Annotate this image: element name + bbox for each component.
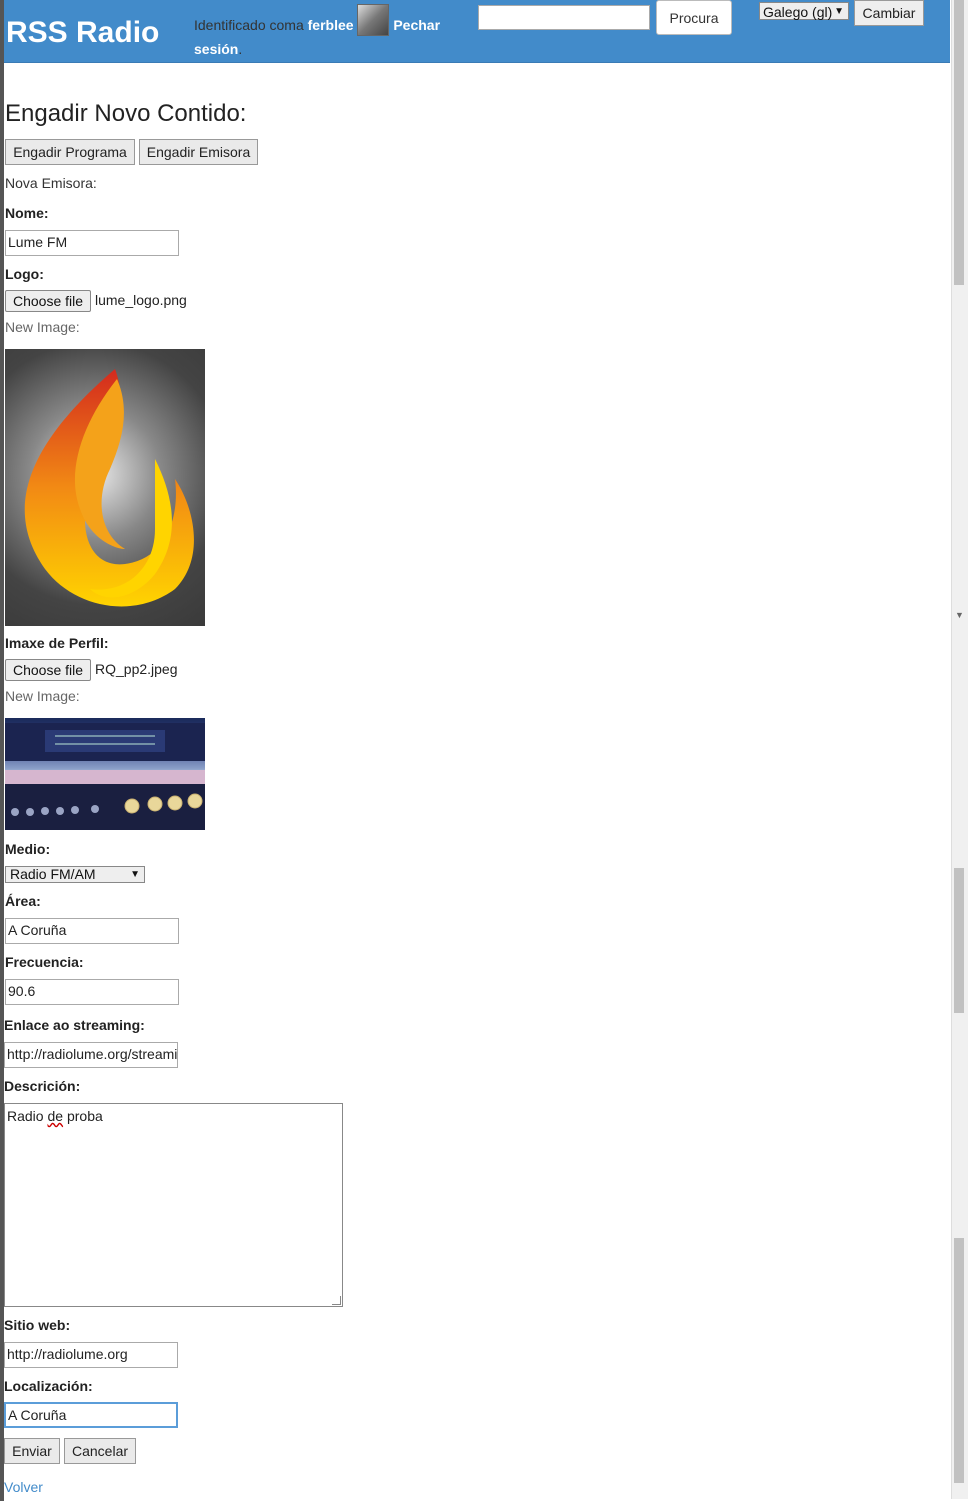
description-label: Descrición: — [4, 1078, 81, 1094]
user-info: Identificado coma ferblee Pechar sesión. — [194, 4, 454, 61]
radio-receiver-icon — [5, 723, 205, 830]
top-navbar: RSS Radio Identificado coma ferblee Pech… — [4, 0, 950, 63]
logout-link-part2[interactable]: sesión — [194, 41, 238, 57]
medium-selected: Radio FM/AM — [10, 866, 96, 882]
scroll-down-arrow-icon[interactable]: ▼ — [955, 610, 964, 620]
username-link[interactable]: ferblee — [308, 17, 354, 33]
language-change-button[interactable]: Cambiar — [854, 0, 924, 26]
search-input[interactable] — [478, 5, 650, 30]
name-label: Nome: — [5, 205, 49, 221]
logo-filename: lume_logo.png — [95, 292, 187, 308]
profile-choose-file-button[interactable]: Choose file — [5, 659, 91, 681]
logo-label: Logo: — [5, 266, 44, 282]
scrollbar-thumb-tertiary[interactable] — [954, 1238, 964, 1483]
area-label: Área: — [5, 893, 41, 909]
language-selected: Galego (gl) — [763, 4, 833, 20]
dropdown-arrow-icon: ▼ — [834, 6, 844, 17]
back-link[interactable]: Volver — [4, 1479, 43, 1495]
add-program-button[interactable]: Engadir Programa — [5, 139, 135, 165]
form-subtitle: Nova Emisora: — [5, 175, 97, 191]
search-button[interactable]: Procura — [656, 0, 732, 35]
website-field[interactable]: http://radiolume.org — [4, 1342, 178, 1368]
description-word-2: de — [47, 1108, 64, 1124]
description-word-3: proba — [66, 1108, 103, 1124]
chevron-down-icon: ▼ — [130, 869, 140, 880]
cancel-button[interactable]: Cancelar — [64, 1438, 136, 1464]
identified-prefix: Identificado coma — [194, 17, 304, 33]
logo-choose-file-button[interactable]: Choose file — [5, 290, 91, 312]
language-select[interactable]: Galego (gl) ▼ — [759, 2, 849, 20]
resize-handle-icon[interactable] — [332, 1296, 341, 1305]
logout-link-part1[interactable]: Pechar — [393, 17, 440, 33]
logo-new-image-label: New Image: — [5, 319, 80, 335]
submit-button[interactable]: Enviar — [4, 1438, 60, 1464]
description-textarea[interactable]: Radio de proba — [4, 1103, 343, 1307]
frequency-label: Frecuencia: — [5, 954, 84, 970]
frequency-field[interactable]: 90.6 — [5, 979, 179, 1005]
page-scrollbar[interactable]: ▼ — [951, 0, 968, 1499]
name-field[interactable]: Lume FM — [5, 230, 179, 256]
website-label: Sitio web: — [4, 1317, 71, 1333]
description-word-1: Radio — [7, 1108, 44, 1124]
radio-receiver-image — [5, 718, 205, 830]
logout-suffix: . — [238, 41, 243, 57]
stream-url-field[interactable]: http://radiolume.org/streaming — [4, 1042, 178, 1068]
flame-icon — [24, 369, 194, 607]
area-field[interactable]: A Coruña — [5, 918, 179, 944]
stream-label: Enlace ao streaming: — [4, 1017, 145, 1033]
medium-select[interactable]: Radio FM/AM ▼ — [5, 866, 145, 883]
scrollbar-thumb-secondary[interactable] — [954, 868, 964, 1013]
brand-title[interactable]: RSS Radio — [6, 16, 159, 50]
profile-filename: RQ_pp2.jpeg — [95, 661, 178, 677]
avatar-icon — [357, 4, 390, 36]
location-field[interactable]: A Coruña — [4, 1402, 178, 1428]
flame-logo-image — [5, 349, 205, 626]
medium-label: Medio: — [5, 841, 51, 857]
add-station-button[interactable]: Engadir Emisora — [139, 139, 258, 165]
profile-new-image-label: New Image: — [5, 688, 80, 704]
page-title: Engadir Novo Contido: — [5, 100, 247, 127]
profile-image-label: Imaxe de Perfil: — [5, 635, 109, 651]
location-label: Localización: — [4, 1378, 93, 1394]
scrollbar-thumb[interactable] — [954, 0, 964, 285]
